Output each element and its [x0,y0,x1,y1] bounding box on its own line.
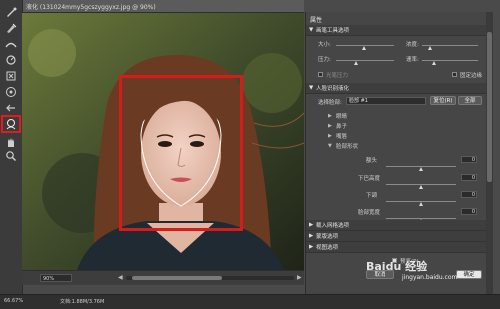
stylus-pressure-checkbox[interactable] [318,72,323,77]
zoom-dropdown[interactable]: 90% [40,274,72,282]
panel-vertical-scrollbar[interactable] [486,12,493,294]
canvas-footer: 90% ◀ ▶ [22,270,304,285]
watermark-url: jingyan.baidu.com [402,274,458,281]
jawline-value[interactable]: 0 [461,191,477,198]
chin-height-slider-knob[interactable] [419,185,423,189]
pressure-slider[interactable] [336,60,394,61]
pressure-label: 压力: [318,57,331,63]
ok-button[interactable]: 确定 [456,270,482,279]
hand-tool-icon[interactable] [4,136,18,148]
face-width-value[interactable]: 0 [461,208,477,215]
rate-slider[interactable] [422,60,478,61]
eyes-section[interactable]: 眼睛 [336,112,347,120]
scroll-right-arrow-icon[interactable]: ▶ [297,274,302,281]
chevron-right-icon: ▶ [309,233,314,239]
horizontal-scrollbar[interactable] [126,276,294,280]
chin-height-label: 下巴高度 [358,176,381,182]
select-face-label: 选择脸部: [318,100,342,106]
status-bar: 66.67% 文档:1.88M/3.76M [0,294,500,309]
view-options-label: 视图选项 [316,245,339,251]
horizontal-scroll-thumb[interactable] [132,276,222,280]
pucker-tool-icon[interactable] [4,70,18,82]
load-mesh-label: 载入网格选项 [316,223,350,229]
scroll-left-arrow-icon[interactable]: ◀ [118,274,123,281]
zoom-tool-icon[interactable] [4,150,18,162]
size-label: 大小: [318,42,331,48]
chevron-right-icon: ▶ [309,222,314,228]
status-doc-size: 文档:1.88M/3.76M [60,299,105,305]
brush-options-header[interactable]: ▼ 画笔工具选项 [306,25,486,36]
stylus-pressure-label: 光笔压力 [326,73,349,79]
all-button[interactable]: 全部 [458,96,482,105]
face-shape-section[interactable]: 脸部形状 [336,142,358,150]
brush-options-label: 画笔工具选项 [316,28,350,34]
density-slider-knob[interactable] [428,46,432,50]
forehead-label: 额头 [366,158,378,164]
face-tool-icon[interactable] [1,115,21,133]
pin-edges-checkbox[interactable] [452,72,457,77]
forward-warp-tool-icon[interactable] [4,6,18,18]
watermark-brand: Baidu 经验 [366,260,428,273]
chevron-down-icon: ▼ [309,27,314,33]
chin-height-value[interactable]: 0 [461,174,477,181]
chevron-down-icon: ▼ [309,85,314,91]
nose-section[interactable]: 鼻子 [336,122,347,130]
title-bar: 液化 (131024mmy5gcszyggyxz.jpg @ 90%) [22,0,304,13]
density-label: 浓度: [406,42,419,48]
pin-edges-label: 固定边缘 [460,73,483,79]
mask-options-label: 蒙版选项 [316,234,339,240]
mask-options-header[interactable]: ▶ 蒙版选项 [306,231,486,242]
pressure-slider-knob[interactable] [354,61,358,65]
face-highlight-box [119,75,243,231]
mouth-section[interactable]: 嘴唇 [336,132,347,140]
forehead-value[interactable]: 0 [461,156,477,163]
face-width-label: 脸部宽度 [358,210,381,216]
chevron-down-icon: ▼ [328,143,332,149]
panel-scroll-thumb[interactable] [487,32,492,182]
size-slider-knob[interactable] [362,46,366,50]
select-face-value: 脸部 #1 [349,98,368,104]
view-options-header[interactable]: ▶ 视图选项 [306,242,486,253]
window-title: 液化 (131024mmy5gcszyggyxz.jpg @ 90%) [26,4,156,11]
chevron-right-icon: ▶ [328,133,332,139]
smooth-tool-icon[interactable] [4,38,18,50]
reconstruct-tool-icon[interactable] [4,22,18,34]
forehead-slider-knob[interactable] [419,167,423,171]
image-canvas[interactable] [22,13,304,270]
tool-bar [0,0,23,294]
rate-label: 速率: [406,57,419,63]
status-zoom: 66.67% [4,298,24,304]
chevron-right-icon: ▶ [328,113,332,119]
select-face-dropdown[interactable]: 脸部 #1 [346,97,426,105]
bloat-tool-icon[interactable] [4,86,18,98]
chevron-right-icon: ▶ [309,244,314,250]
jawline-slider-knob[interactable] [419,202,423,206]
properties-panel: 属性 ▼ 画笔工具选项 大小: 浓度: 压力: 速率: 光笔压力 固定边缘 ▼ … [305,12,486,294]
panel-title: 属性 [310,17,323,24]
jawline-label: 下颌 [366,193,378,199]
face-aware-label: 人脸识别液化 [316,86,350,92]
reset-button[interactable]: 复位(R) [430,96,456,105]
push-left-tool-icon[interactable] [4,102,18,114]
twirl-tool-icon[interactable] [4,54,18,66]
face-aware-header[interactable]: ▼ 人脸识别液化 [306,83,486,94]
chevron-right-icon: ▶ [328,123,332,129]
load-mesh-header[interactable]: ▶ 载入网格选项 [306,220,486,231]
rate-slider-knob[interactable] [432,61,436,65]
